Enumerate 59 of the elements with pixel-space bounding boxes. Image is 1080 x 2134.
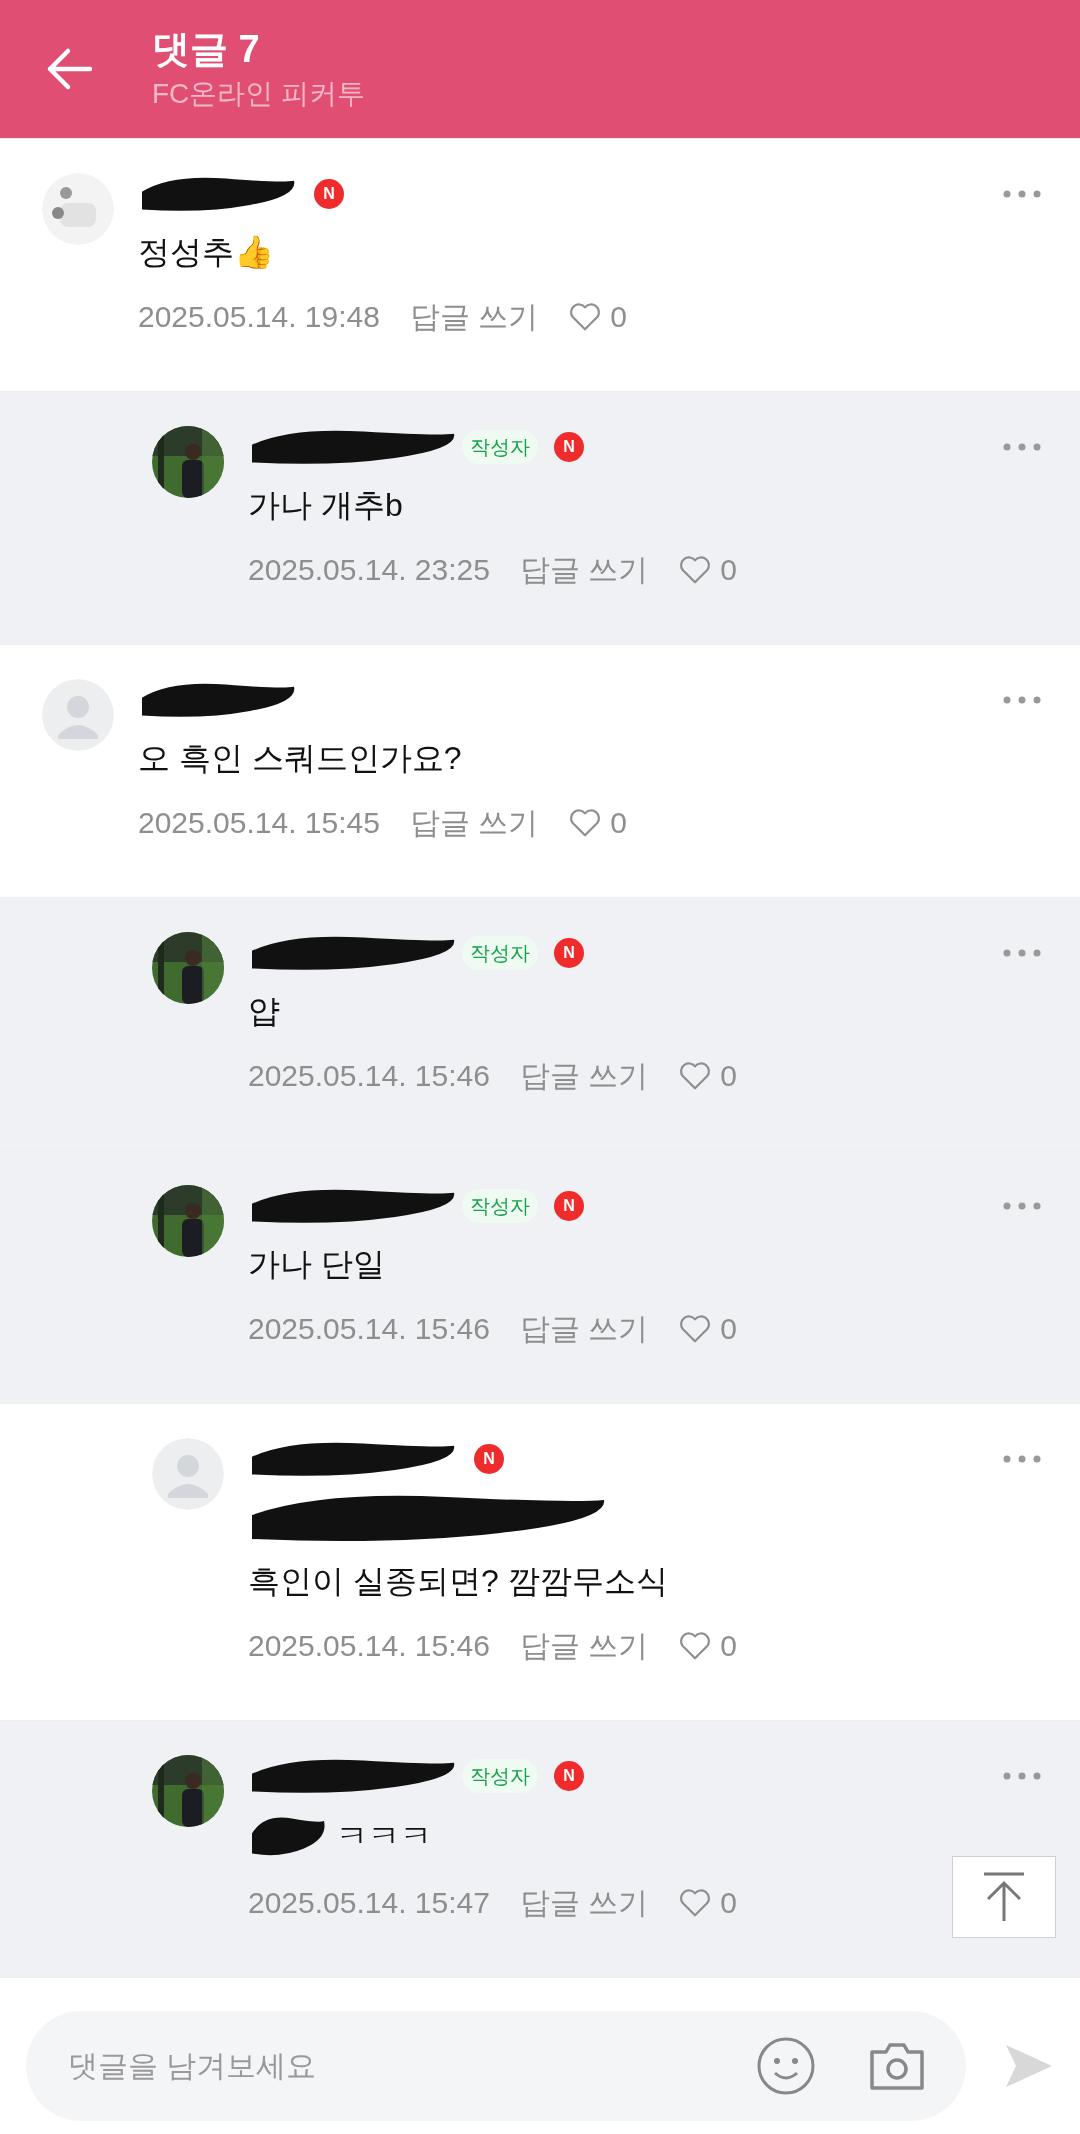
comment-input[interactable]: 댓글을 남겨보세요 (26, 2010, 966, 2121)
like-count: 0 (720, 552, 737, 588)
scroll-top-button[interactable] (952, 1856, 1056, 1938)
comment-text: 정성추👍 (138, 233, 274, 272)
reply-link[interactable]: 답글 쓰기 (519, 550, 649, 590)
like-count: 0 (720, 1311, 737, 1347)
comment-date: 2025.05.14. 19:48 (138, 299, 380, 335)
arrow-up-icon (982, 1871, 1026, 1923)
new-badge: N (554, 938, 584, 968)
comment-date: 2025.05.14. 15:46 (248, 1628, 490, 1664)
comment-date: 2025.05.14. 15:46 (248, 1311, 490, 1347)
more-icon[interactable] (1002, 695, 1042, 705)
heart-icon[interactable] (568, 302, 603, 332)
more-icon[interactable] (1002, 442, 1042, 452)
heart-icon[interactable] (568, 808, 603, 838)
heart-icon[interactable] (678, 1314, 713, 1344)
new-badge: N (554, 1191, 584, 1221)
reply-link[interactable]: 답글 쓰기 (409, 803, 539, 843)
comment-date: 2025.05.14. 15:47 (248, 1885, 490, 1921)
header-subtitle: FC온라인 피커투 (152, 77, 366, 111)
reply-link[interactable]: 답글 쓰기 (519, 1883, 649, 1923)
more-icon[interactable] (1002, 1454, 1042, 1464)
reply-link[interactable]: 답글 쓰기 (519, 1056, 649, 1096)
like-count: 0 (610, 805, 627, 841)
heart-icon[interactable] (678, 555, 713, 585)
comment-text: 흑인이 실종되면? 깜깜무소식 (248, 1562, 668, 1601)
heart-icon[interactable] (678, 1061, 713, 1091)
comment-text: 가나 단일 (248, 1245, 385, 1284)
heart-icon[interactable] (678, 1888, 713, 1918)
comment-date: 2025.05.14. 15:46 (248, 1058, 490, 1094)
comment-text: ㅋㅋㅋ (336, 1817, 432, 1856)
new-badge: N (554, 432, 584, 462)
header-title: 댓글 7 (152, 27, 261, 72)
comment-text: 가나 개추b (248, 486, 403, 525)
comment-date: 2025.05.14. 15:45 (138, 805, 380, 841)
new-badge: N (554, 1761, 584, 1791)
new-badge: N (314, 179, 344, 209)
more-icon[interactable] (1002, 948, 1042, 958)
comment-text: 얍 (248, 992, 280, 1031)
comment-text: 오 흑인 스쿼드인가요? (138, 739, 462, 778)
reply-link[interactable]: 답글 쓰기 (519, 1309, 649, 1349)
writer-badge: 작성자 (462, 1759, 538, 1793)
comment-date: 2025.05.14. 23:25 (248, 552, 490, 588)
like-count: 0 (720, 1885, 737, 1921)
comment-field[interactable]: 댓글을 남겨보세요 (68, 2043, 756, 2088)
like-count: 0 (610, 299, 627, 335)
more-icon[interactable] (1002, 189, 1042, 199)
writer-badge: 작성자 (462, 1189, 538, 1223)
more-icon[interactable] (1002, 1771, 1042, 1781)
more-icon[interactable] (1002, 1201, 1042, 1211)
like-count: 0 (720, 1628, 737, 1664)
reply-link[interactable]: 답글 쓰기 (409, 297, 539, 337)
new-badge: N (474, 1444, 504, 1474)
writer-badge: 작성자 (462, 936, 538, 970)
like-count: 0 (720, 1058, 737, 1094)
emoji-icon[interactable] (756, 2035, 816, 2096)
writer-badge: 작성자 (462, 430, 538, 464)
heart-icon[interactable] (678, 1631, 713, 1661)
reply-link[interactable]: 답글 쓰기 (519, 1626, 649, 1666)
